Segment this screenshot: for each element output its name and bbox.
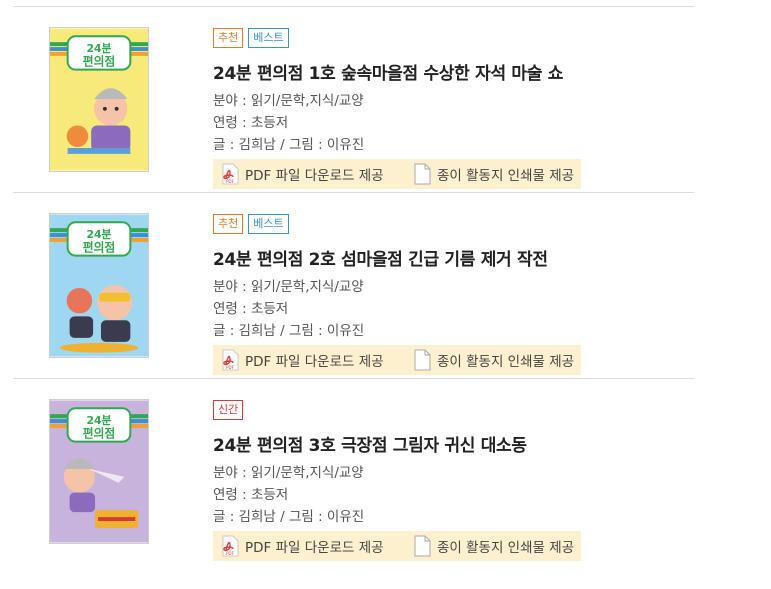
book-meta: 분야 : 읽기/문학,지식/교양 연령 : 초등저 글 : 김희남 / 그림 :… (213, 90, 694, 156)
paper-worksheet-button[interactable]: 종이 활동지 인쇄물 제공 (409, 159, 574, 189)
svg-text:24분: 24분 (87, 414, 112, 427)
svg-text:PDF: PDF (226, 179, 234, 184)
badge-best: 베스트 (248, 214, 289, 234)
paper-worksheet-label: 종이 활동지 인쇄물 제공 (437, 354, 575, 370)
book-title[interactable]: 24분 편의점 1호 숲속마을점 수상한 자석 마술 쇼 (213, 59, 694, 84)
pdf-download-button[interactable]: PDF PDF 파일 다운로드 제공 (213, 531, 409, 561)
book-age: 연령 : 초등저 (213, 301, 289, 317)
book-age: 연령 : 초등저 (213, 115, 289, 131)
book-list: 24분 편의점 추천 베스트 24분 편의점 1호 숲속마을점 수상한 자석 마… (13, 6, 694, 564)
pdf-download-label: PDF 파일 다운로드 제공 (245, 354, 384, 370)
book-title[interactable]: 24분 편의점 2호 섬마을점 긴급 기름 제거 작전 (213, 245, 694, 270)
badge-group: 추천 베스트 (213, 28, 694, 50)
pdf-download-label: PDF 파일 다운로드 제공 (245, 168, 384, 184)
svg-text:편의점: 편의점 (83, 241, 115, 255)
svg-text:PDF: PDF (226, 365, 234, 370)
pdf-download-button[interactable]: PDF PDF 파일 다운로드 제공 (213, 159, 409, 189)
book-field: 분야 : 읽기/문학,지식/교양 (213, 279, 364, 295)
book-author: 글 : 김희남 / 그림 : 이유진 (213, 509, 365, 525)
pdf-file-icon: PDF (222, 535, 239, 557)
document-icon (414, 163, 431, 185)
pdf-download-button[interactable]: PDF PDF 파일 다운로드 제공 (213, 345, 409, 375)
badge-group: 추천 베스트 (213, 214, 694, 236)
book-cover-2-icon: 24분 편의점 (50, 214, 148, 357)
svg-text:24분: 24분 (87, 228, 112, 241)
badge-best: 베스트 (248, 28, 289, 48)
badge-recommend: 추천 (213, 214, 244, 234)
book-title[interactable]: 24분 편의점 3호 극장점 그림자 귀신 대소동 (213, 431, 694, 456)
download-bar: PDF PDF 파일 다운로드 제공 종이 활동지 인쇄물 제공 (213, 345, 581, 375)
book-list-item: 24분 편의점 신간 24분 편의점 3호 극장점 그림자 귀신 대소동 분야 … (13, 378, 694, 564)
book-meta: 분야 : 읽기/문학,지식/교양 연령 : 초등저 글 : 김희남 / 그림 :… (213, 462, 694, 528)
book-list-item: 24분 편의점 추천 베스트 24분 편의점 2호 섬마을점 긴급 기름 제거 … (13, 192, 694, 378)
book-cover-image[interactable]: 24분 편의점 (49, 213, 149, 358)
book-info: 신간 24분 편의점 3호 극장점 그림자 귀신 대소동 분야 : 읽기/문학,… (213, 400, 694, 561)
paper-worksheet-button[interactable]: 종이 활동지 인쇄물 제공 (409, 345, 574, 375)
download-bar: PDF PDF 파일 다운로드 제공 종이 활동지 인쇄물 제공 (213, 159, 581, 189)
paper-worksheet-label: 종이 활동지 인쇄물 제공 (437, 168, 575, 184)
book-field: 분야 : 읽기/문학,지식/교양 (213, 465, 364, 481)
badge-group: 신간 (213, 400, 694, 422)
book-cover-image[interactable]: 24분 편의점 (49, 27, 149, 172)
svg-text:편의점: 편의점 (83, 55, 115, 69)
pdf-file-icon: PDF (222, 163, 239, 185)
book-author: 글 : 김희남 / 그림 : 이유진 (213, 137, 365, 153)
book-cover-image[interactable]: 24분 편의점 (49, 399, 149, 544)
paper-worksheet-button[interactable]: 종이 활동지 인쇄물 제공 (409, 531, 574, 561)
book-author: 글 : 김희남 / 그림 : 이유진 (213, 323, 365, 339)
pdf-download-label: PDF 파일 다운로드 제공 (245, 540, 384, 556)
document-icon (414, 535, 431, 557)
download-bar: PDF PDF 파일 다운로드 제공 종이 활동지 인쇄물 제공 (213, 531, 581, 561)
book-cover-3-icon: 24분 편의점 (50, 400, 148, 543)
document-icon (414, 349, 431, 371)
badge-recommend: 추천 (213, 28, 244, 48)
svg-text:24분: 24분 (87, 42, 112, 55)
svg-text:PDF: PDF (226, 551, 234, 556)
book-info: 추천 베스트 24분 편의점 1호 숲속마을점 수상한 자석 마술 쇼 분야 :… (213, 28, 694, 189)
paper-worksheet-label: 종이 활동지 인쇄물 제공 (437, 540, 575, 556)
badge-new: 신간 (213, 400, 244, 420)
book-list-item: 24분 편의점 추천 베스트 24분 편의점 1호 숲속마을점 수상한 자석 마… (13, 6, 694, 192)
book-age: 연령 : 초등저 (213, 487, 289, 503)
pdf-file-icon: PDF (222, 349, 239, 371)
book-cover-1-icon: 24분 편의점 (50, 28, 148, 171)
svg-text:편의점: 편의점 (83, 427, 115, 441)
book-field: 분야 : 읽기/문학,지식/교양 (213, 93, 364, 109)
book-meta: 분야 : 읽기/문학,지식/교양 연령 : 초등저 글 : 김희남 / 그림 :… (213, 276, 694, 342)
book-info: 추천 베스트 24분 편의점 2호 섬마을점 긴급 기름 제거 작전 분야 : … (213, 214, 694, 375)
